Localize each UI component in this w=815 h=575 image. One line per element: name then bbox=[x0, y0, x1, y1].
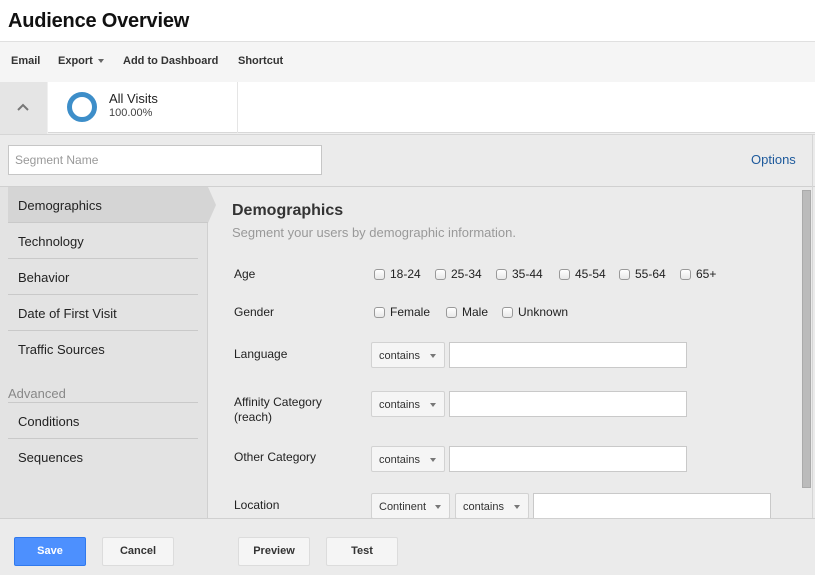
option-label: Male bbox=[462, 305, 489, 319]
shortcut-button[interactable]: Shortcut bbox=[238, 55, 283, 67]
report-toolbar: Email Export Add to Dashboard Shortcut bbox=[0, 42, 815, 82]
dropdown-value: contains bbox=[379, 454, 420, 466]
chevron-down-icon bbox=[514, 505, 520, 509]
sidebar-item-behavior[interactable]: Behavior bbox=[8, 259, 198, 295]
panel-subtitle: Segment your users by demographic inform… bbox=[232, 225, 516, 240]
editor-footer: Save Cancel Preview Test bbox=[0, 518, 815, 575]
checkbox-icon bbox=[374, 306, 385, 318]
segment-donut-icon bbox=[67, 92, 97, 122]
export-menu[interactable]: Export bbox=[58, 55, 104, 67]
test-button[interactable]: Test bbox=[326, 537, 398, 566]
chevron-up-icon bbox=[17, 103, 29, 111]
label-line: Affinity Category bbox=[234, 395, 322, 409]
other-value-input[interactable] bbox=[449, 446, 687, 472]
option-label: Unknown bbox=[518, 305, 569, 319]
chevron-down-icon bbox=[435, 505, 441, 509]
checkbox-icon bbox=[680, 268, 691, 280]
chevron-down-icon bbox=[97, 59, 104, 64]
sidebar-item-technology[interactable]: Technology bbox=[8, 223, 198, 259]
option-label: 65+ bbox=[696, 267, 717, 281]
segment-card-all-visits[interactable]: All Visits 100.00% bbox=[48, 82, 815, 133]
segment-divider bbox=[237, 82, 238, 133]
option-label: Female bbox=[390, 305, 431, 319]
email-button[interactable]: Email bbox=[11, 55, 40, 67]
gender-checkbox-unknown[interactable]: Unknown bbox=[502, 305, 568, 319]
affinity-value-input[interactable] bbox=[449, 391, 687, 417]
dropdown-value: contains bbox=[379, 350, 420, 362]
option-label: 55-64 bbox=[635, 267, 666, 281]
option-label: 18-24 bbox=[390, 267, 421, 281]
chevron-down-icon bbox=[430, 403, 436, 407]
segment-name-input[interactable] bbox=[8, 145, 322, 175]
checkbox-icon bbox=[446, 306, 457, 318]
dropdown-value: Continent bbox=[379, 501, 427, 513]
export-label: Export bbox=[58, 55, 93, 67]
demographics-panel: Demographics Segment your users by demog… bbox=[209, 187, 803, 519]
sidebar-item-conditions[interactable]: Conditions bbox=[8, 403, 198, 439]
location-value-input[interactable] bbox=[533, 493, 771, 519]
segment-percent: 100.00% bbox=[109, 107, 153, 119]
checkbox-icon bbox=[496, 268, 507, 280]
sidebar-section-advanced: Advanced bbox=[8, 386, 198, 403]
cancel-button[interactable]: Cancel bbox=[102, 537, 174, 566]
label-line: (reach) bbox=[234, 410, 273, 424]
language-operator-dropdown[interactable]: contains bbox=[371, 342, 445, 368]
checkbox-icon bbox=[374, 268, 385, 280]
collapse-segments-button[interactable] bbox=[0, 82, 47, 134]
other-category-label: Other Category bbox=[234, 450, 317, 464]
location-scope-dropdown[interactable]: Continent bbox=[371, 493, 450, 519]
panel-heading: Demographics bbox=[232, 202, 344, 219]
age-checkbox-45-54[interactable]: 45-54 bbox=[559, 267, 606, 281]
location-label: Location bbox=[234, 498, 280, 512]
save-button[interactable]: Save bbox=[14, 537, 86, 566]
option-label: 25-34 bbox=[451, 267, 482, 281]
age-checkbox-18-24[interactable]: 18-24 bbox=[374, 267, 421, 281]
option-label: 45-54 bbox=[575, 267, 606, 281]
age-checkbox-55-64[interactable]: 55-64 bbox=[619, 267, 666, 281]
age-checkbox-25-34[interactable]: 25-34 bbox=[435, 267, 482, 281]
checkbox-icon bbox=[502, 306, 513, 318]
preview-button[interactable]: Preview bbox=[238, 537, 310, 566]
sidebar-item-date-of-first-visit[interactable]: Date of First Visit bbox=[8, 295, 198, 331]
gender-checkbox-male[interactable]: Male bbox=[446, 305, 488, 319]
segment-editor: Options Demographics Technology Behavior… bbox=[0, 134, 815, 575]
page-header: Audience Overview bbox=[0, 0, 815, 42]
age-checkbox-35-44[interactable]: 35-44 bbox=[496, 267, 543, 281]
dropdown-value: contains bbox=[379, 399, 420, 411]
add-to-dashboard-button[interactable]: Add to Dashboard bbox=[123, 55, 218, 67]
sidebar-item-sequences[interactable]: Sequences bbox=[8, 439, 198, 475]
affinity-category-label: Affinity Category (reach) bbox=[234, 395, 322, 425]
option-label: 35-44 bbox=[512, 267, 543, 281]
affinity-operator-dropdown[interactable]: contains bbox=[371, 391, 445, 417]
segment-strip: All Visits 100.00% bbox=[0, 82, 815, 134]
location-operator-dropdown[interactable]: contains bbox=[455, 493, 529, 519]
gender-label: Gender bbox=[234, 305, 275, 319]
checkbox-icon bbox=[435, 268, 446, 280]
checkbox-icon bbox=[619, 268, 630, 280]
language-value-input[interactable] bbox=[449, 342, 687, 368]
content-scrollbar-thumb[interactable] bbox=[802, 190, 811, 488]
dropdown-value: contains bbox=[463, 501, 504, 513]
sidebar-item-traffic-sources[interactable]: Traffic Sources bbox=[8, 331, 198, 367]
gender-checkbox-female[interactable]: Female bbox=[374, 305, 430, 319]
checkbox-icon bbox=[559, 268, 570, 280]
other-operator-dropdown[interactable]: contains bbox=[371, 446, 445, 472]
chevron-down-icon bbox=[430, 458, 436, 462]
page-title: Audience Overview bbox=[8, 10, 190, 32]
segment-name: All Visits bbox=[109, 91, 158, 106]
language-label: Language bbox=[234, 347, 288, 361]
sidebar-item-demographics[interactable]: Demographics bbox=[8, 187, 208, 223]
divider bbox=[812, 135, 813, 519]
chevron-down-icon bbox=[430, 354, 436, 358]
segment-category-sidebar: Demographics Technology Behavior Date of… bbox=[0, 187, 208, 519]
options-link[interactable]: Options bbox=[751, 152, 796, 167]
age-label: Age bbox=[234, 267, 256, 281]
age-checkbox-65-plus[interactable]: 65+ bbox=[680, 267, 716, 281]
